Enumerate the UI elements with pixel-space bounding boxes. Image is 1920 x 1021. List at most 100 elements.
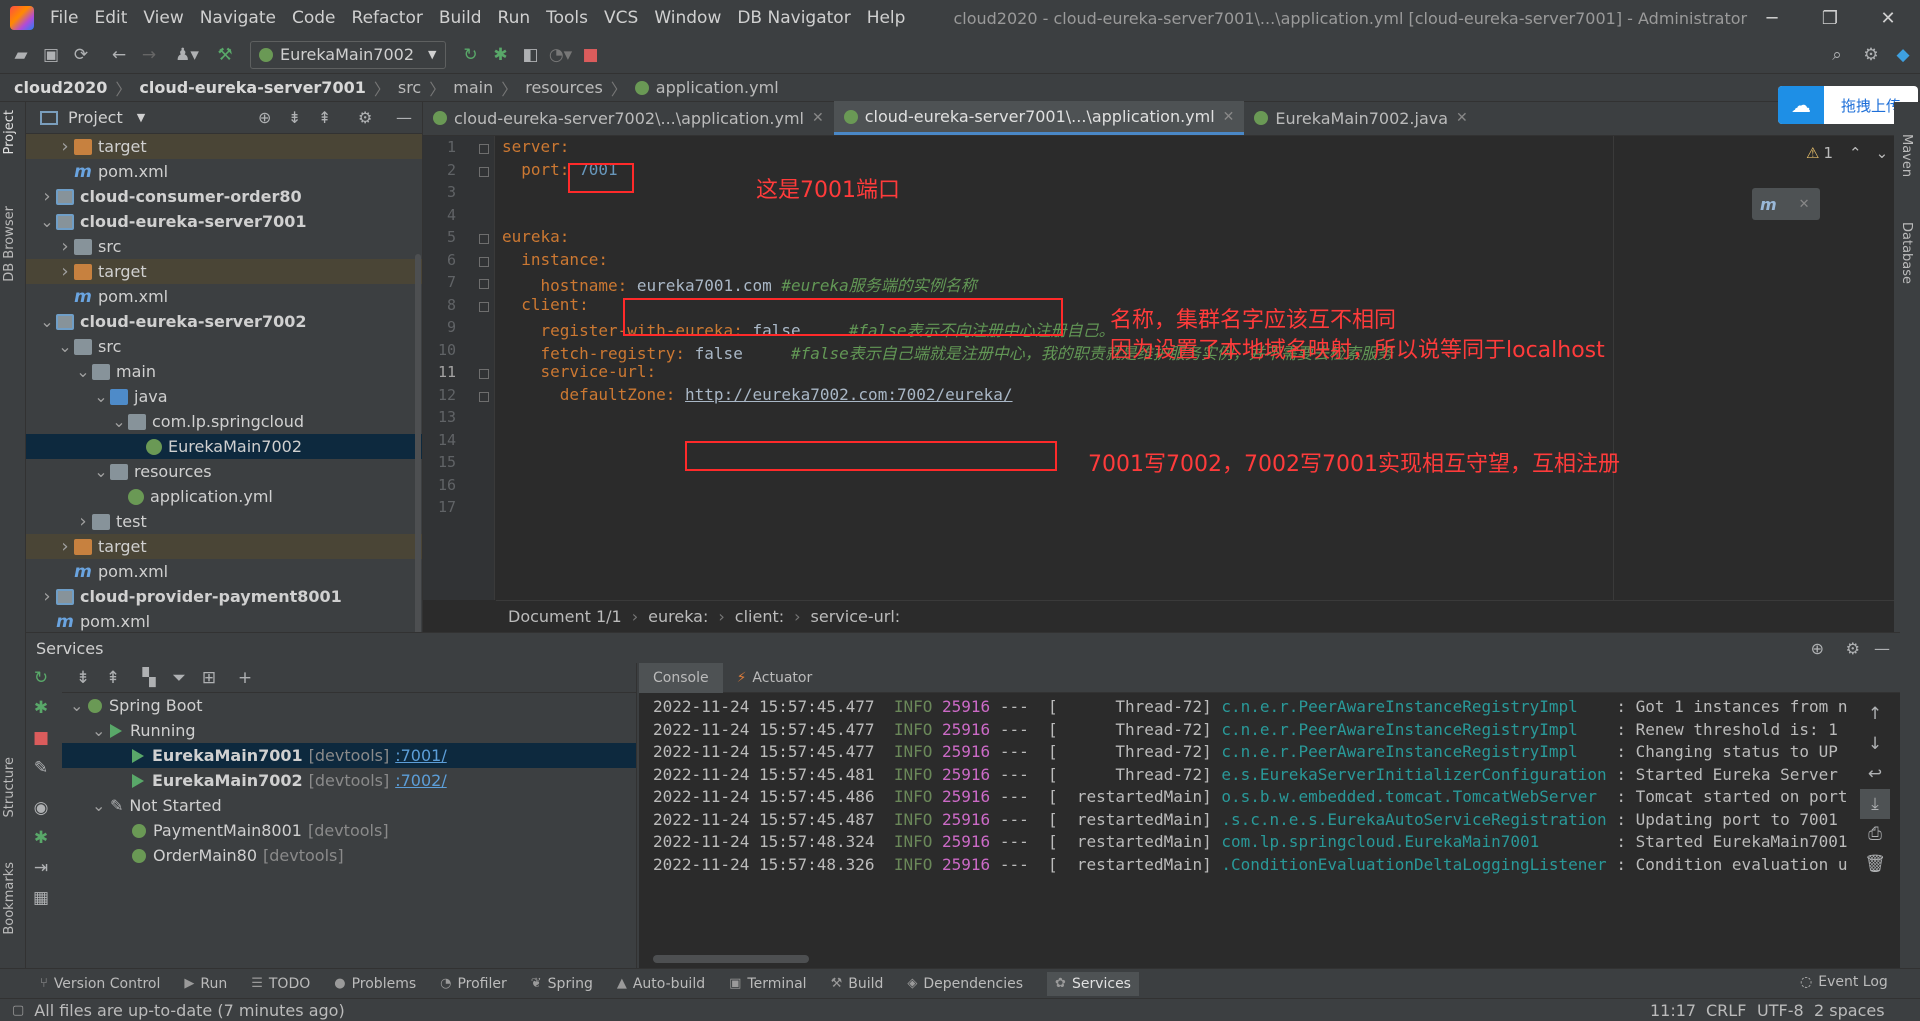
project-tree-item[interactable]: › cloud-provider-payment8001: [26, 584, 422, 609]
rerun-icon[interactable]: ↻: [26, 663, 56, 693]
side-tab-database[interactable]: Database: [1899, 222, 1914, 284]
vcs-user-icon[interactable]: ♟▾: [172, 40, 202, 70]
services-tree-item[interactable]: EurekaMain7001 [devtools]:7001/: [62, 743, 636, 768]
profile-icon[interactable]: ◔▾: [546, 40, 576, 70]
editor-tab[interactable]: cloud-eureka-server7001\...\application.…: [833, 101, 1245, 135]
project-tree-item[interactable]: application.yml: [26, 484, 422, 509]
project-tree-item[interactable]: ⌄ cloud-eureka-server7001: [26, 209, 422, 234]
menu-db-navigator[interactable]: DB Navigator: [729, 8, 858, 28]
menu-refactor[interactable]: Refactor: [344, 8, 431, 28]
minimize-icon[interactable]: ─: [1743, 0, 1801, 36]
fold-marker-icon[interactable]: [479, 369, 489, 379]
port-link[interactable]: :7001/: [395, 746, 447, 765]
project-tree-item[interactable]: › src: [26, 234, 422, 259]
close-icon[interactable]: ✕: [1859, 0, 1917, 36]
menu-vcs[interactable]: VCS: [596, 8, 646, 28]
gear-icon[interactable]: ⚙: [1846, 639, 1860, 658]
back-icon[interactable]: ←: [104, 40, 134, 70]
side-tab-project[interactable]: Project: [2, 110, 17, 154]
run-config-select[interactable]: EurekaMain7002 ▼: [250, 40, 446, 69]
editor-breadcrumb-item[interactable]: client:: [735, 607, 784, 626]
project-tree-item[interactable]: m pom.xml: [26, 284, 422, 309]
chevron-down-icon[interactable]: ⌄: [92, 796, 110, 815]
chevron-right-icon[interactable]: ›: [56, 536, 74, 557]
panel-toggle-icon[interactable]: ▢: [12, 1003, 24, 1018]
project-tree-item[interactable]: ⌄ com.lp.springcloud: [26, 409, 422, 434]
locate-icon[interactable]: ⊕: [1811, 639, 1824, 658]
breadcrumb-item[interactable]: main: [453, 78, 493, 97]
breadcrumb-item[interactable]: cloud2020: [14, 78, 107, 97]
chevron-up-icon[interactable]: ⌃: [1849, 144, 1862, 162]
menu-run[interactable]: Run: [490, 8, 539, 28]
side-tab-db-browser[interactable]: DB Browser: [2, 206, 17, 282]
editor-tab[interactable]: cloud-eureka-server7002\...\application.…: [423, 101, 834, 135]
chevron-right-icon[interactable]: ›: [38, 186, 56, 207]
open-folder-icon[interactable]: ▰: [6, 40, 36, 70]
caret-position[interactable]: 11:17: [1650, 1001, 1696, 1020]
wrench-icon[interactable]: ✎: [26, 753, 56, 783]
close-icon[interactable]: ✕: [1456, 110, 1468, 126]
chevron-down-icon[interactable]: ⌄: [1876, 144, 1889, 162]
hide-panel-icon[interactable]: —: [1874, 639, 1890, 658]
menu-build[interactable]: Build: [431, 8, 490, 28]
chevron-down-icon[interactable]: ⌄: [38, 212, 56, 231]
chevron-down-icon[interactable]: ⌄: [38, 312, 56, 331]
filter-icon[interactable]: ⏷: [164, 663, 194, 693]
project-tree-item[interactable]: › target: [26, 534, 422, 559]
breadcrumb-item[interactable]: application.yml: [656, 78, 779, 97]
close-icon[interactable]: ✕: [812, 110, 824, 126]
save-icon[interactable]: ▣: [36, 40, 66, 70]
stop-icon[interactable]: ■: [576, 40, 606, 70]
chevron-right-icon[interactable]: ›: [56, 236, 74, 257]
camera-icon[interactable]: ◉: [26, 793, 56, 823]
bottom-tab-dependencies[interactable]: ◈ Dependencies: [907, 976, 1023, 992]
expand-all-icon[interactable]: ⇟: [68, 663, 98, 693]
chevron-right-icon[interactable]: ›: [56, 136, 74, 157]
console-hscrollbar[interactable]: [653, 955, 809, 963]
project-scrollbar[interactable]: [415, 254, 421, 654]
project-tree-item[interactable]: m pom.xml: [26, 609, 422, 634]
collapse-all-icon[interactable]: ⇞: [318, 108, 331, 127]
arrow-up-icon[interactable]: ↑: [1860, 699, 1890, 729]
project-tree-item[interactable]: ⌄ cloud-eureka-server7002: [26, 309, 422, 334]
fold-marker-icon[interactable]: [479, 234, 489, 244]
menu-view[interactable]: View: [135, 8, 191, 28]
fold-marker-icon[interactable]: [479, 279, 489, 289]
fold-marker-icon[interactable]: [479, 166, 489, 177]
menu-code[interactable]: Code: [284, 8, 344, 28]
hide-panel-icon[interactable]: —: [396, 108, 412, 127]
editor-tab[interactable]: EurekaMain7002.java ✕: [1244, 101, 1477, 135]
project-tree-item[interactable]: › test: [26, 509, 422, 534]
inspection-widget[interactable]: ⚠ 1 ⌃ ⌄: [1806, 144, 1888, 162]
debug-icon[interactable]: ✱: [486, 40, 516, 70]
editor-breadcrumb-item[interactable]: service-url:: [811, 607, 901, 626]
console-tab-actuator[interactable]: ⚡ Actuator: [723, 663, 827, 693]
chevron-down-icon[interactable]: ⌄: [110, 412, 128, 431]
code-editor[interactable]: server: port: 7001 eureka: instance: host…: [496, 136, 1900, 600]
chevron-right-icon[interactable]: ›: [38, 586, 56, 607]
bottom-tab-version-control[interactable]: ⑂ Version Control: [40, 976, 160, 992]
side-tab-bookmarks[interactable]: Bookmarks: [2, 862, 17, 935]
chevron-right-icon[interactable]: ›: [56, 261, 74, 282]
breadcrumb-item[interactable]: src: [398, 78, 421, 97]
project-tree-item[interactable]: › target: [26, 259, 422, 284]
bottom-tab-terminal[interactable]: ▣ Terminal: [729, 976, 806, 992]
print-icon[interactable]: ⎙: [1860, 819, 1890, 849]
file-encoding[interactable]: UTF-8: [1757, 1001, 1804, 1020]
trash-icon[interactable]: 🗑: [1860, 849, 1890, 879]
locate-icon[interactable]: ⊕: [258, 108, 271, 127]
soft-wrap-icon[interactable]: ↩: [1860, 759, 1890, 789]
collapse-all-icon[interactable]: ⇞: [98, 663, 128, 693]
jetbrains-icon[interactable]: ◆: [1888, 40, 1918, 70]
build-hammer-icon[interactable]: ⚒: [210, 40, 240, 70]
editor-breadcrumb-item[interactable]: eureka:: [648, 607, 708, 626]
project-tree-item[interactable]: ⌄ java: [26, 384, 422, 409]
gear-icon[interactable]: ⚙: [1856, 40, 1886, 70]
menu-navigate[interactable]: Navigate: [192, 8, 284, 28]
side-tab-maven[interactable]: Maven: [1899, 134, 1914, 177]
chevron-down-icon[interactable]: ⌄: [56, 337, 74, 356]
layout-icon[interactable]: ▦: [26, 883, 56, 913]
bottom-tab-auto-build[interactable]: ▲ Auto-build: [617, 976, 705, 992]
maven-reload-icon[interactable]: m: [1760, 195, 1777, 214]
services-tree-item[interactable]: OrderMain80 [devtools]: [62, 843, 636, 868]
